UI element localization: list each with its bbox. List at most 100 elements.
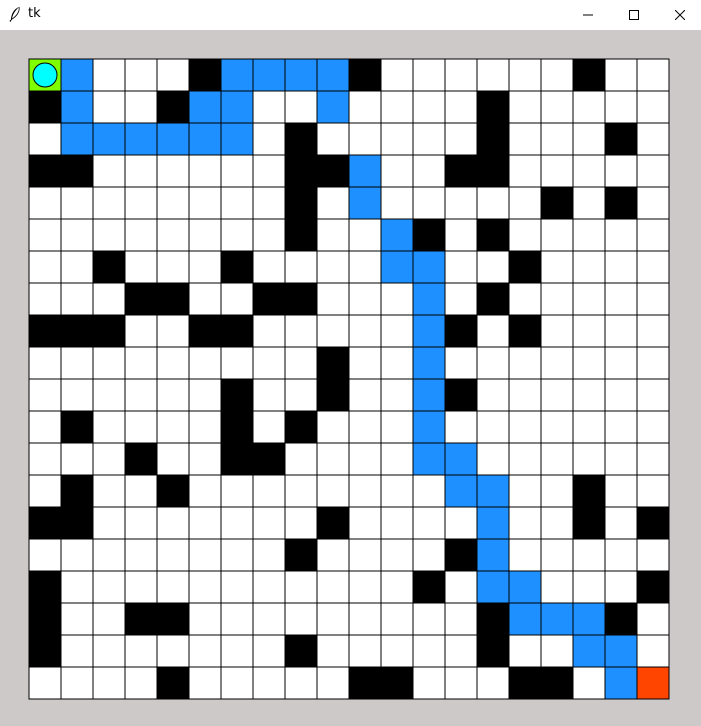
maze-cell-wall bbox=[444, 538, 478, 572]
maze-cell-open bbox=[124, 346, 158, 380]
maze-cell-path bbox=[316, 58, 350, 92]
maze-cell-open bbox=[572, 282, 606, 316]
maze-cell-open bbox=[348, 538, 382, 572]
maze-cell-open bbox=[444, 410, 478, 444]
maze-cell-open bbox=[508, 378, 542, 412]
close-button[interactable] bbox=[657, 0, 701, 29]
maze-cell-open bbox=[540, 474, 574, 508]
maze-cell-open bbox=[156, 410, 190, 444]
maze-cell-open bbox=[220, 218, 254, 252]
maze-cell-open bbox=[188, 186, 222, 220]
maze-cell-path bbox=[572, 602, 606, 636]
maze-cell-wall bbox=[284, 634, 318, 668]
maze-cell-open bbox=[220, 186, 254, 220]
maze-cell-open bbox=[348, 346, 382, 380]
maze-cell-wall bbox=[284, 410, 318, 444]
maze-cell-open bbox=[508, 634, 542, 668]
maze-cell-open bbox=[316, 474, 350, 508]
maze-cell-open bbox=[124, 314, 158, 348]
maze-cell-open bbox=[284, 346, 318, 380]
maze-cell-open bbox=[444, 506, 478, 540]
maze-cell-open bbox=[284, 666, 318, 700]
maze-cell-open bbox=[316, 314, 350, 348]
maze-cell-path bbox=[220, 90, 254, 124]
maze-cell-open bbox=[508, 346, 542, 380]
maze-cell-open bbox=[156, 538, 190, 572]
maze-cell-open bbox=[92, 666, 126, 700]
maze-cell-wall bbox=[572, 474, 606, 508]
maze-cell-open bbox=[412, 122, 446, 156]
maze-cell-wall bbox=[124, 282, 158, 316]
maze-cell-open bbox=[604, 250, 638, 284]
maze-cell-open bbox=[220, 346, 254, 380]
maze-cell-wall bbox=[444, 378, 478, 412]
maze-cell-open bbox=[508, 122, 542, 156]
maze-cell-wall bbox=[540, 186, 574, 220]
maze-cell-wall bbox=[284, 538, 318, 572]
maze-canvas[interactable] bbox=[28, 58, 671, 701]
maze-cell-open bbox=[220, 634, 254, 668]
maze-cell-open bbox=[316, 602, 350, 636]
maze-cell-open bbox=[572, 442, 606, 476]
maze-cell-open bbox=[316, 218, 350, 252]
close-icon bbox=[675, 9, 685, 20]
maze-cell-wall bbox=[572, 58, 606, 92]
maze-cell-open bbox=[220, 602, 254, 636]
maze-cell-wall bbox=[220, 378, 254, 412]
maze-cell-open bbox=[604, 282, 638, 316]
window-client-area bbox=[0, 30, 701, 726]
minimize-icon bbox=[583, 14, 593, 15]
maze-cell-open bbox=[92, 602, 126, 636]
maze-cell-open bbox=[156, 154, 190, 188]
maze-cell-wall bbox=[476, 602, 510, 636]
maze-cell-wall bbox=[284, 218, 318, 252]
maze-cell-open bbox=[380, 602, 414, 636]
maze-cell-open bbox=[476, 58, 510, 92]
maze-cell-path bbox=[476, 474, 510, 508]
maze-cell-open bbox=[380, 506, 414, 540]
maze-cell-open bbox=[60, 186, 94, 220]
maze-cell-wall bbox=[156, 474, 190, 508]
minimize-button[interactable] bbox=[565, 0, 611, 29]
maze-cell-open bbox=[60, 634, 94, 668]
maximize-button[interactable] bbox=[611, 0, 657, 29]
maze-cell-open bbox=[636, 282, 670, 316]
maze-cell-wall bbox=[444, 154, 478, 188]
maze-cell-open bbox=[188, 346, 222, 380]
maze-cell-open bbox=[380, 58, 414, 92]
maze-cell-open bbox=[252, 570, 286, 604]
maze-cell-path bbox=[60, 90, 94, 124]
maze-cell-open bbox=[476, 186, 510, 220]
maze-cell-open bbox=[604, 378, 638, 412]
maze-cell-open bbox=[252, 90, 286, 124]
maze-cell-wall bbox=[604, 186, 638, 220]
maze-cell-path bbox=[508, 570, 542, 604]
maze-cell-open bbox=[60, 250, 94, 284]
maze-cell-open bbox=[28, 218, 62, 252]
maze-cell-open bbox=[508, 154, 542, 188]
maze-cell-open bbox=[572, 122, 606, 156]
maze-cell-wall bbox=[284, 154, 318, 188]
maze-cell-open bbox=[508, 410, 542, 444]
maze-cell-wall bbox=[220, 442, 254, 476]
maze-cell-wall bbox=[188, 314, 222, 348]
maze-cell-open bbox=[92, 218, 126, 252]
maze-cell-open bbox=[348, 506, 382, 540]
title-bar[interactable]: tk bbox=[0, 0, 701, 29]
maze-cell-open bbox=[220, 154, 254, 188]
maze-cell-open bbox=[444, 666, 478, 700]
maze-cell-open bbox=[540, 570, 574, 604]
maze-cell-open bbox=[348, 602, 382, 636]
maze-cell-open bbox=[28, 186, 62, 220]
maximize-icon bbox=[629, 9, 639, 20]
maze-cell-open bbox=[380, 570, 414, 604]
maze-cell-open bbox=[220, 666, 254, 700]
maze-cell-open bbox=[636, 346, 670, 380]
maze-cell-open bbox=[636, 154, 670, 188]
maze-cell-wall bbox=[60, 506, 94, 540]
maze-cell-open bbox=[508, 506, 542, 540]
maze-cell-open bbox=[508, 58, 542, 92]
maze-cell-open bbox=[188, 570, 222, 604]
maze-cell-open bbox=[540, 58, 574, 92]
maze-cell-open bbox=[476, 410, 510, 444]
